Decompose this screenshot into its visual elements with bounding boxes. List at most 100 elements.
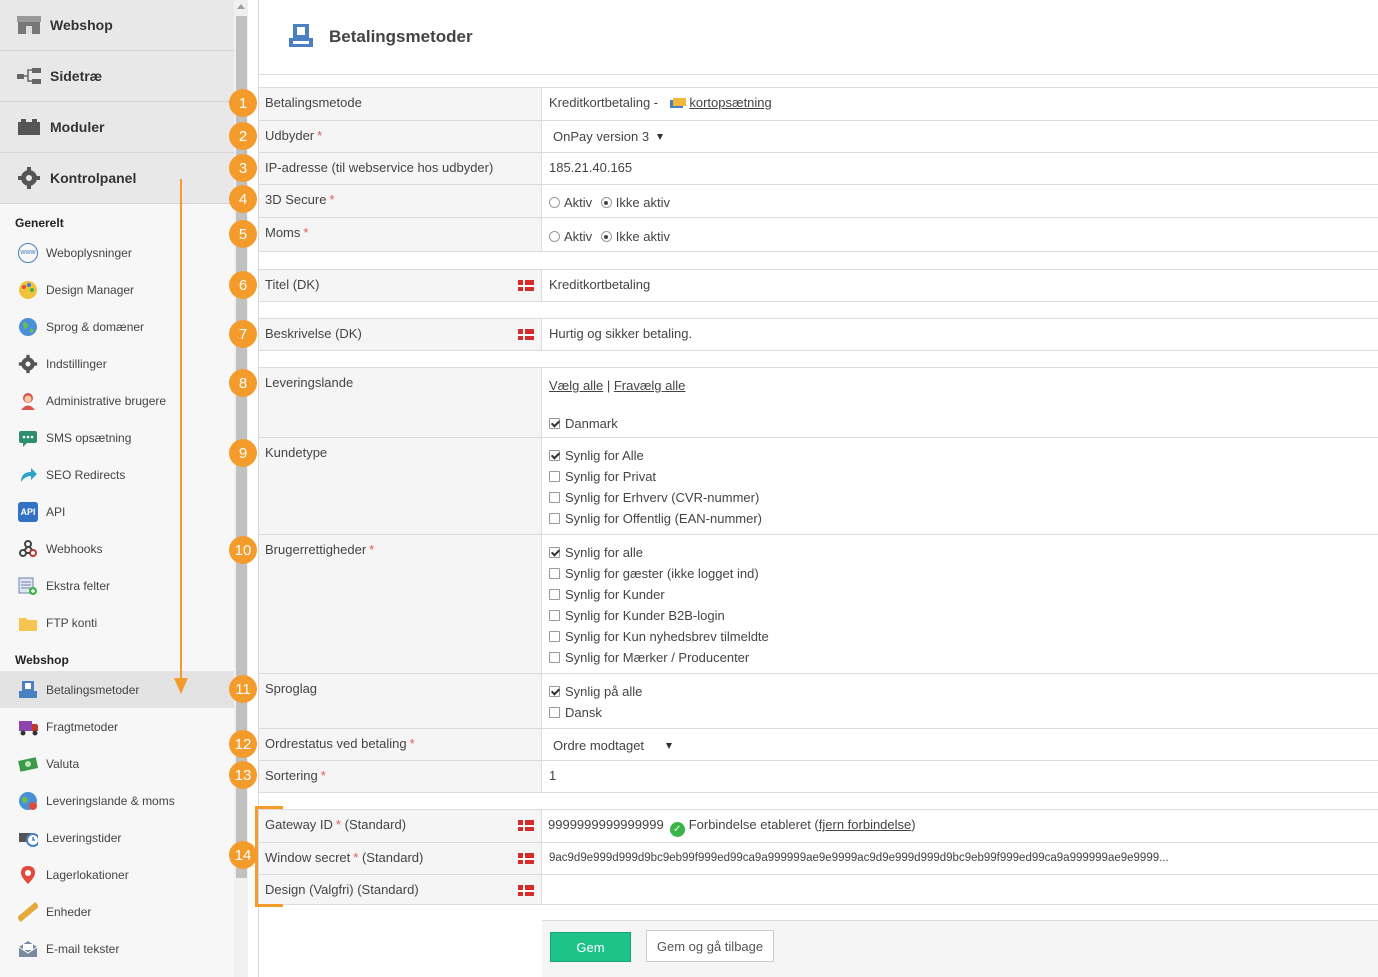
sidebar-item-api[interactable]: API API [0,493,234,530]
radio-label: Ikke aktiv [615,195,670,210]
sort-input[interactable]: 1 [549,761,1378,783]
sidebar-item-sprog-domaener[interactable]: Sprog & domæner [0,308,234,345]
danish-flag-icon [518,853,534,864]
checkbox-label: Synlig for Kun nyhedsbrev tilmeldte [565,629,769,644]
sidebar-item-label: API [46,504,66,519]
sidebar-item-lagerlokationer[interactable]: Lagerlokationer [0,856,234,893]
remove-connection-link[interactable]: fjern forbindelse [819,817,912,832]
row-ordrestatus: Ordrestatus ved betaling * Ordre modtaget [259,728,1378,760]
secure-inactive-radio[interactable] [600,197,612,208]
sidebar-item-ftp-konti[interactable]: FTP konti [0,604,234,641]
chevron-down-icon [657,133,664,140]
country-dk-checkbox[interactable] [549,418,560,429]
sidebar-item-weboplysninger[interactable]: www Weboplysninger [0,234,234,271]
label-leveringslande: Leveringslande [259,368,542,437]
sidebar-item-fragtmetoder[interactable]: Fragtmetoder [0,708,234,745]
sidebar-item-label: Leveringslande & moms [46,793,175,808]
danish-flag-icon [518,820,534,831]
customer-private-checkbox[interactable] [549,471,560,482]
rights-customers-checkbox[interactable] [549,589,560,600]
rights-newsletter-checkbox[interactable] [549,631,560,642]
palette-icon [18,280,38,300]
required-mark: * [353,850,359,865]
sidebar-item-label: FTP konti [46,615,98,630]
required-mark: * [369,542,375,557]
row-3d-secure: 3D Secure * Aktiv Ikke aktiv [259,184,1378,217]
checkbox-label: Synlig for Erhverv (CVR-nummer) [565,490,760,505]
sidebar-item-label: SEO Redirects [46,467,126,482]
sidebar-item-leveringslande-moms[interactable]: Leveringslande & moms [0,782,234,819]
sidebar-item-email-tekster[interactable]: E-mail tekster [0,930,234,967]
sidebar-item-label: Enheder [46,904,92,919]
sidebar-item-indstillinger[interactable]: Indstillinger [0,345,234,382]
sidebar-item-valuta[interactable]: Valuta [0,745,234,782]
save-and-back-button[interactable]: Gem og gå tilbage [646,930,774,962]
label-design: Design (Valgfri) (Standard) [259,875,542,904]
order-status-select[interactable]: Ordre modtaget [549,729,1378,753]
description-input[interactable]: Hurtig og sikker betaling. [549,319,1378,341]
label-titel: Titel (DK) [259,270,542,301]
sidebar-item-enheder[interactable]: Enheder [0,893,234,930]
provider-select[interactable]: OnPay version 3 [549,121,1378,144]
row-sproglag: Sproglag Synlig på alle Dansk [259,673,1378,728]
row-moms: Moms * Aktiv Ikke aktiv [259,217,1378,251]
sidebar-item-label: Fragtmetoder [46,719,119,734]
row-sortering: Sortering * 1 [259,760,1378,792]
scroll-up-icon[interactable] [237,4,245,9]
sidebar-item-label: Webhooks [46,541,103,556]
customer-business-checkbox[interactable] [549,492,560,503]
save-button[interactable]: Gem [550,932,631,962]
rights-b2b-checkbox[interactable] [549,610,560,621]
sidebar-item-design-manager[interactable]: Design Manager [0,271,234,308]
customer-public-checkbox[interactable] [549,513,560,524]
connection-status: Forbindelse etableret ( [688,817,819,832]
lang-danish-checkbox[interactable] [549,707,560,718]
nav-webshop[interactable]: Webshop [0,0,234,51]
rights-guests-checkbox[interactable] [549,568,560,579]
sitemap-icon [16,65,42,87]
row-kundetype: Kundetype Synlig for Alle Synlig for Pri… [259,437,1378,534]
select-all-link[interactable]: Vælg alle [549,378,603,393]
checkbox-label: Synlig for gæster (ikke logget ind) [565,566,759,581]
rights-options: Synlig for alle Synlig for gæster (ikke … [549,535,1378,668]
nav-kontrolpanel[interactable]: Kontrolpanel [0,153,234,204]
sidebar-item-label: Lagerlokationer [46,867,129,882]
sidebar-item-betalingsmetoder[interactable]: Betalingsmetoder [0,671,234,708]
sidebar-item-administrative-brugere[interactable]: Administrative brugere [0,382,234,419]
sidebar-item-label: Design Manager [46,282,135,297]
lang-all-checkbox[interactable] [549,686,560,697]
nav-kontrolpanel-label: Kontrolpanel [50,170,137,186]
sidebar-item-label: Indstillinger [46,356,107,371]
sidebar-item-seo-redirects[interactable]: SEO Redirects [0,456,234,493]
check-circle-icon: ✓ [669,822,685,837]
card-setup-link[interactable]: kortopsætning [689,95,771,110]
sidebar-item-sms-opsaetning[interactable]: SMS opsætning [0,419,234,456]
badge-8: 8 [229,369,257,397]
payment-terminal-icon [18,680,38,700]
nav-moduler[interactable]: Moduler [0,102,234,153]
deselect-all-link[interactable]: Fravælg alle [614,378,686,393]
label-text: Brugerrettigheder [265,542,367,557]
gateway-value: 9999999999999999 ✓ Forbindelse etableret (… [548,810,1378,837]
badge-3: 3 [229,154,257,182]
label-text: Moms [265,225,301,240]
row-design: Design (Valgfri) (Standard) [259,874,1378,905]
sidebar-item-webhooks[interactable]: Webhooks [0,530,234,567]
title-input[interactable]: Kreditkortbetaling [549,270,1378,292]
badge-9: 9 [229,439,257,467]
vat-active-radio[interactable] [549,231,560,242]
sidebar-item-ekstra-felter[interactable]: Ekstra felter [0,567,234,604]
required-mark: * [317,128,323,143]
badge-4: 4 [229,185,257,213]
secure-active-radio[interactable] [549,197,560,208]
checkbox-label: Synlig for Privat [565,469,657,484]
rights-all-checkbox[interactable] [549,547,560,558]
sidebar-item-leveringstider[interactable]: Leveringstider [0,819,234,856]
truck-icon [18,717,38,737]
rights-brands-checkbox[interactable] [549,652,560,663]
customer-all-checkbox[interactable] [549,450,560,461]
design-input[interactable] [549,875,1378,882]
vat-inactive-radio[interactable] [600,231,612,242]
checkbox-label: Synlig på alle [565,684,643,699]
nav-sidetrae[interactable]: Sidetræ [0,51,234,102]
